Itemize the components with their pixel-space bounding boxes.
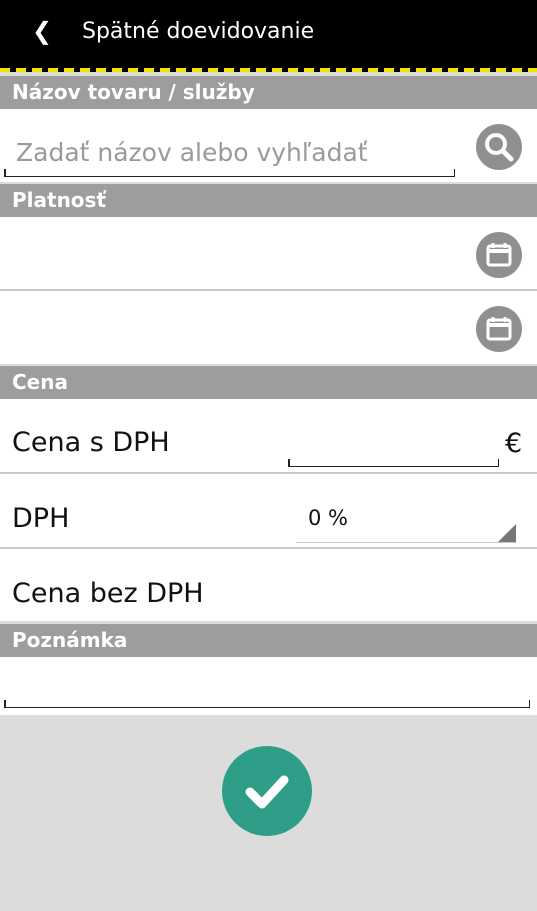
section-title-validity: Platnosť [12, 188, 107, 212]
row-divider [0, 547, 537, 549]
validity-to-field[interactable] [0, 291, 470, 364]
section-title-note: Poznámka [12, 628, 128, 652]
price-with-vat-label: Cena s DPH [12, 427, 170, 458]
app-header: ❮ Spätné doevidovanie [0, 0, 537, 72]
price-without-vat-label: Cena bez DPH [12, 578, 204, 609]
section-header-price: Cena [0, 366, 537, 399]
check-icon [245, 775, 289, 809]
section-title-price: Cena [12, 370, 68, 394]
confirm-button[interactable] [222, 746, 312, 836]
section-header-note: Poznámka [0, 624, 537, 657]
note-input[interactable] [4, 667, 530, 708]
vat-label: DPH [12, 503, 70, 534]
dropdown-triangle-icon [498, 524, 516, 542]
calendar-icon [486, 243, 512, 267]
row-divider [0, 472, 537, 474]
validity-from-field[interactable] [0, 217, 470, 289]
section-title-product: Názov tovaru / služby [12, 80, 255, 104]
section-header-product: Názov tovaru / služby [0, 76, 537, 109]
calendar-icon [486, 317, 512, 341]
page-title: Spätné doevidovanie [82, 19, 315, 44]
product-search-placeholder: Zadať názov alebo vyhľadať [16, 138, 368, 167]
header-dashed-border [0, 68, 537, 72]
section-header-validity: Platnosť [0, 184, 537, 217]
price-with-vat-input[interactable] [288, 428, 499, 467]
calendar-to-button[interactable] [476, 306, 522, 352]
vat-selected-value: 0 % [308, 506, 348, 530]
calendar-from-button[interactable] [476, 232, 522, 278]
search-button[interactable] [476, 124, 522, 170]
back-button[interactable]: ❮ [32, 16, 52, 46]
search-icon [485, 133, 514, 162]
vat-select[interactable]: 0 % [296, 498, 516, 543]
currency-symbol: € [505, 428, 523, 459]
